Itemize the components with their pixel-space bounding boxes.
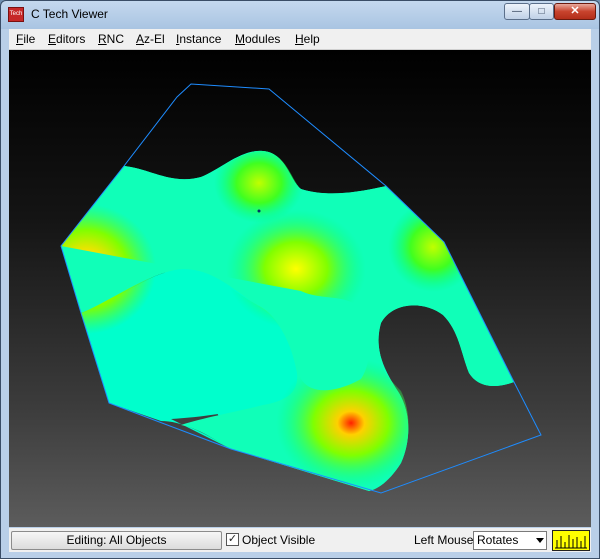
menu-az-el[interactable]: Az-El — [136, 32, 165, 46]
object-visible-checkbox[interactable]: ✓ — [226, 533, 239, 546]
editing-objects-button[interactable]: Editing: All Objects — [11, 531, 222, 550]
menu-instance[interactable]: Instance — [176, 32, 221, 46]
left-mouse-mode-value: Rotates — [477, 533, 519, 547]
menu-modules[interactable]: Modules — [235, 32, 280, 46]
close-button[interactable]: ✕ — [554, 3, 596, 20]
contour-surface — [60, 83, 542, 494]
status-bar: Editing: All Objects ✓ Object Visible Le… — [9, 528, 591, 552]
app-logo-icon[interactable]: Tech — [8, 7, 24, 22]
object-visible-label: Object Visible — [242, 533, 316, 547]
app-window: Tech C Tech Viewer — □ ✕ File Editors RN… — [0, 0, 600, 559]
menu-editors[interactable]: Editors — [48, 32, 85, 46]
title-bar[interactable]: Tech C Tech Viewer — □ ✕ — [1, 1, 599, 29]
menu-file[interactable]: File — [16, 32, 35, 46]
menu-bar: File Editors RNC Az-El Instance Modules … — [9, 29, 591, 50]
3d-viewport[interactable] — [9, 50, 591, 527]
maximize-button[interactable]: □ — [529, 3, 554, 20]
window-title: C Tech Viewer — [31, 7, 108, 21]
left-mouse-mode-select[interactable]: Rotates — [473, 531, 547, 550]
left-mouse-label: Left Mouse — [414, 533, 474, 547]
probe-point — [257, 209, 261, 213]
minimize-button[interactable]: — — [504, 3, 530, 20]
menu-help[interactable]: Help — [295, 32, 320, 46]
menu-rnc[interactable]: RNC — [98, 32, 124, 46]
chevron-down-icon — [536, 538, 544, 543]
level-meter-icon[interactable] — [552, 530, 590, 551]
